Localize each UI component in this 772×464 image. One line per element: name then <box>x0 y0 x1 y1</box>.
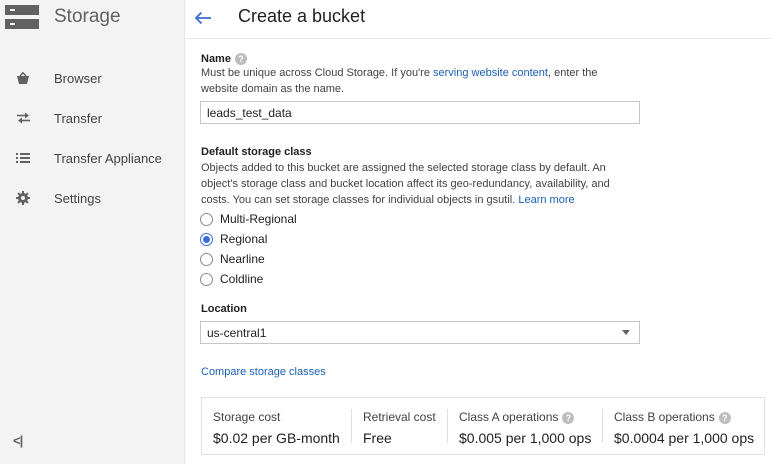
storage-class-label: Default storage class <box>201 146 312 158</box>
sidebar-item-browser[interactable]: Browser <box>0 58 185 98</box>
radio-nearline[interactable]: Nearline <box>200 250 265 268</box>
learn-more-link[interactable]: Learn more <box>518 194 574 206</box>
radio-label: Multi-Regional <box>220 212 297 226</box>
radio-button[interactable] <box>200 272 213 286</box>
divider <box>602 409 603 443</box>
help-icon[interactable]: ? <box>234 53 247 65</box>
sidebar-item-transfer[interactable]: Transfer <box>0 98 185 138</box>
back-arrow-icon[interactable] <box>194 8 216 28</box>
compare-storage-classes-link[interactable]: Compare storage classes <box>201 366 326 378</box>
brand-title: Storage <box>54 6 121 27</box>
divider <box>447 409 448 443</box>
sidebar-item-label: Transfer Appliance <box>54 150 162 166</box>
storage-class-description: Objects added to this bucket are assigne… <box>201 160 631 208</box>
sidebar-nav: Browser Transfer Transfer Appliance Sett… <box>0 58 185 218</box>
name-description: Must be unique across Cloud Storage. If … <box>201 65 631 97</box>
chevron-down-icon <box>622 330 630 335</box>
storage-cost-value: $0.02 per GB-month <box>213 430 340 446</box>
location-label: Location <box>201 303 247 315</box>
radio-regional[interactable]: Regional <box>200 230 267 248</box>
name-desc-text: Must be unique across Cloud Storage. If … <box>201 67 434 79</box>
brand: Storage <box>5 4 121 30</box>
sidebar-item-label: Transfer <box>54 110 102 126</box>
list-icon <box>13 152 33 164</box>
sidebar-item-settings[interactable]: Settings <box>0 178 185 218</box>
radio-button-checked[interactable] <box>200 232 213 246</box>
class-b-value: $0.0004 per 1,000 ops <box>614 430 755 446</box>
retrieval-cost-header: Retrieval cost <box>363 410 436 424</box>
help-icon[interactable]: ? <box>562 412 575 424</box>
collapse-sidebar-button[interactable]: <| <box>13 433 23 448</box>
transfer-arrows-icon <box>13 112 33 124</box>
sidebar-item-label: Browser <box>54 70 102 86</box>
sidebar: Storage Browser Transfer Transfer Applia… <box>0 0 185 464</box>
divider <box>351 409 352 443</box>
radio-label: Regional <box>220 232 268 246</box>
class-b-header: Class B operations? <box>614 410 731 424</box>
storage-cost-header: Storage cost <box>213 410 281 424</box>
storage-icon <box>5 5 39 29</box>
page-title: Create a bucket <box>238 6 366 26</box>
radio-coldline[interactable]: Coldline <box>200 270 263 288</box>
bucket-name-input[interactable] <box>200 101 640 124</box>
cost-summary: Storage cost $0.02 per GB-month Retrieva… <box>201 397 765 455</box>
location-select-value: us-central1 <box>207 325 267 340</box>
radio-button[interactable] <box>200 212 213 226</box>
class-b-header-text: Class B operations <box>614 410 715 424</box>
radio-button[interactable] <box>200 252 213 266</box>
radio-multi-regional[interactable]: Multi-Regional <box>200 210 297 228</box>
help-icon[interactable]: ? <box>718 412 731 424</box>
retrieval-cost-value: Free <box>363 430 392 446</box>
radio-label: Nearline <box>220 252 265 266</box>
class-a-header-text: Class A operations <box>459 410 559 424</box>
name-label-text: Name <box>201 53 231 65</box>
sidebar-item-transfer-appliance[interactable]: Transfer Appliance <box>0 138 185 178</box>
serving-website-content-link[interactable]: serving website content <box>433 67 548 79</box>
gear-icon <box>13 191 33 205</box>
class-a-value: $0.005 per 1,000 ops <box>459 430 592 446</box>
header-divider <box>186 38 772 39</box>
name-label: Name? <box>201 53 247 65</box>
class-a-header: Class A operations? <box>459 410 575 424</box>
radio-label: Coldline <box>220 272 264 286</box>
sidebar-item-label: Settings <box>54 190 101 206</box>
location-select[interactable]: us-central1 <box>200 321 640 344</box>
basket-icon <box>13 71 33 85</box>
